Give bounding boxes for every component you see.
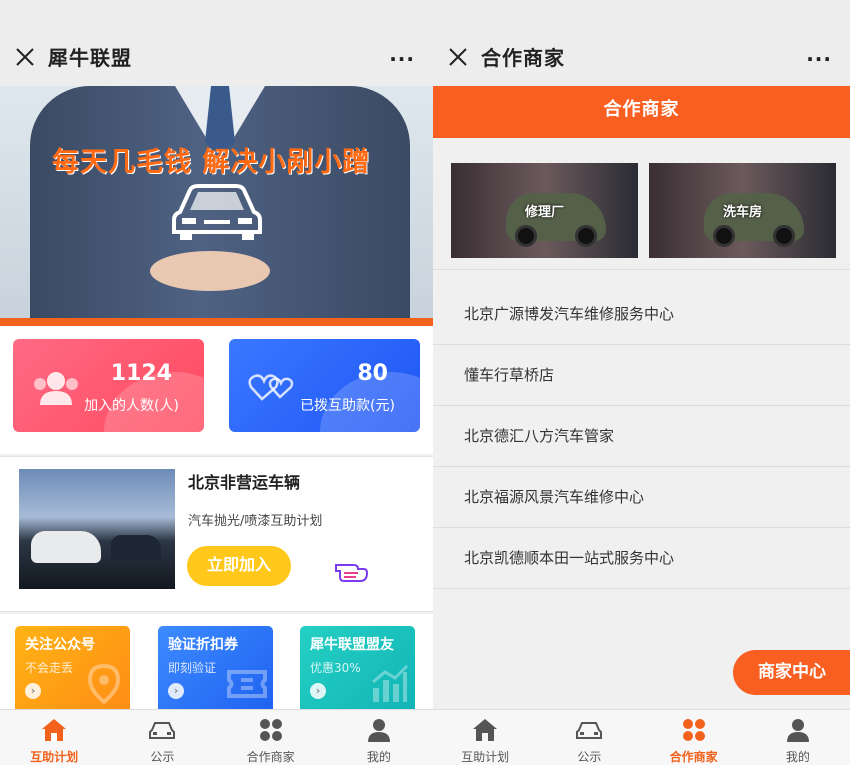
page-title: 合作商家 [481, 46, 565, 70]
users-icon [34, 372, 78, 405]
quick-links: 关注公众号 不会走丢 › 验证折扣券 即刻验证 › 犀牛联盟盟友 优惠30% › [0, 614, 433, 710]
chevron-right-icon: › [25, 683, 41, 699]
list-item[interactable]: 懂车行草桥店 [433, 345, 850, 406]
tab-label: 互助计划 [461, 750, 510, 764]
car-icon [576, 722, 603, 739]
list-item[interactable]: 北京凯德顺本田一站式服务中心 [433, 528, 850, 589]
merchant-list: 北京广源博发汽车维修服务中心 懂车行草桥店 北京德汇八方汽车管家 北京福源风景汽… [433, 284, 850, 589]
banner[interactable]: 每天几毛钱 解决小剐小蹭 [0, 86, 433, 326]
hand-image [150, 251, 270, 291]
plan-image [19, 469, 175, 589]
tile-subtitle: 不会走丢 [25, 661, 74, 675]
grid-icon [682, 719, 705, 741]
members-card[interactable]: 1124 加入的人数(人) [13, 339, 204, 432]
car-icon [149, 722, 176, 739]
right-screen: 合作商家 ··· 合作商家 修理厂 洗车房 北京广源博发汽车维修服务中心 懂车行… [433, 0, 850, 765]
close-icon[interactable] [14, 46, 36, 68]
tab-mine[interactable]: 我的 [325, 710, 433, 765]
tab-label: 公示 [150, 750, 175, 764]
banner-slogan: 每天几毛钱 解决小剐小蹭 [52, 147, 371, 178]
wheel-image [515, 225, 537, 247]
verify-coupon-tile[interactable]: 验证折扣券 即刻验证 › [158, 626, 273, 710]
tab-notice[interactable]: 公示 [108, 710, 216, 765]
plan-subtitle: 汽车抛光/喷漆互助计划 [188, 514, 323, 529]
top-bar: 犀牛联盟 ··· [0, 0, 433, 86]
tab-label: 互助计划 [30, 750, 79, 764]
close-icon[interactable] [447, 46, 469, 68]
join-button[interactable]: 立即加入 [187, 546, 291, 586]
tab-label: 合作商家 [669, 750, 718, 764]
home-icon [473, 719, 498, 741]
tab-label: 我的 [366, 750, 391, 764]
wheel-image [773, 225, 795, 247]
category-car-wash[interactable]: 洗车房 [649, 163, 836, 258]
tile-subtitle: 优惠30% [310, 661, 361, 675]
tile-title: 验证折扣券 [168, 637, 238, 653]
members-count: 1124 [110, 361, 172, 386]
tab-mine[interactable]: 我的 [746, 710, 850, 765]
bar-chart-icon [372, 664, 409, 702]
car-icon [172, 184, 262, 240]
left-screen: 犀牛联盟 ··· 每天几毛钱 解决小剐小蹭 1124 加入的人数(人) 80 已… [0, 0, 433, 765]
merchant-center-button[interactable]: 商家中心 [733, 650, 850, 695]
tab-partners[interactable]: 合作商家 [217, 710, 325, 765]
pointer-hand-icon [335, 564, 368, 582]
list-item[interactable]: 北京福源风景汽车维修中心 [433, 467, 850, 528]
hearts-icon [248, 374, 294, 401]
divider [0, 318, 433, 326]
chevron-right-icon: › [168, 683, 184, 699]
tab-label: 合作商家 [246, 750, 295, 764]
funds-amount: 80 [357, 361, 388, 386]
chevron-right-icon: › [310, 683, 326, 699]
tile-subtitle: 即刻验证 [168, 661, 217, 675]
location-icon [87, 664, 121, 704]
tab-partners[interactable]: 合作商家 [642, 710, 746, 765]
tab-plan[interactable]: 互助计划 [0, 710, 108, 765]
list-item[interactable]: 北京德汇八方汽车管家 [433, 406, 850, 467]
white-car-image [31, 531, 101, 563]
wheel-image [575, 225, 597, 247]
plan-title: 北京非营运车辆 [188, 473, 301, 492]
wheel-image [713, 225, 735, 247]
tile-title: 关注公众号 [25, 637, 95, 653]
funds-card[interactable]: 80 已拨互助款(元) [229, 339, 420, 432]
tab-bar: 互助计划 公示 合作商家 我的 [0, 709, 433, 765]
stats-section: 1124 加入的人数(人) 80 已拨互助款(元) [0, 326, 433, 454]
tab-label: 公示 [577, 750, 602, 764]
more-icon[interactable]: ··· [806, 47, 832, 71]
tile-title: 犀牛联盟盟友 [310, 637, 394, 653]
tab-label: 我的 [785, 750, 810, 764]
page-title: 犀牛联盟 [48, 46, 132, 70]
category-repair-shop[interactable]: 修理厂 [451, 163, 638, 258]
top-bar: 合作商家 ··· [433, 0, 850, 86]
follow-account-tile[interactable]: 关注公众号 不会走丢 › [15, 626, 130, 710]
category-label: 洗车房 [722, 205, 762, 220]
list-item[interactable]: 北京广源博发汽车维修服务中心 [433, 284, 850, 345]
funds-label: 已拨互助款(元) [300, 398, 395, 414]
category-row: 修理厂 洗车房 [433, 138, 850, 270]
dark-car-image [111, 535, 161, 561]
plan-card[interactable]: 北京非营运车辆 汽车抛光/喷漆互助计划 立即加入 [0, 456, 433, 612]
user-icon [786, 719, 809, 742]
user-icon [367, 719, 390, 742]
ally-tile[interactable]: 犀牛联盟盟友 优惠30% › [300, 626, 415, 710]
tab-bar: 互助计划 公示 合作商家 我的 [433, 709, 850, 765]
members-label: 加入的人数(人) [84, 398, 179, 414]
section-header: 合作商家 [433, 86, 850, 138]
ticket-icon [227, 670, 267, 698]
grid-icon [259, 719, 282, 741]
tab-notice[interactable]: 公示 [537, 710, 641, 765]
home-icon [42, 719, 67, 741]
category-label: 修理厂 [524, 205, 564, 220]
tab-plan[interactable]: 互助计划 [433, 710, 537, 765]
more-icon[interactable]: ··· [389, 47, 415, 71]
